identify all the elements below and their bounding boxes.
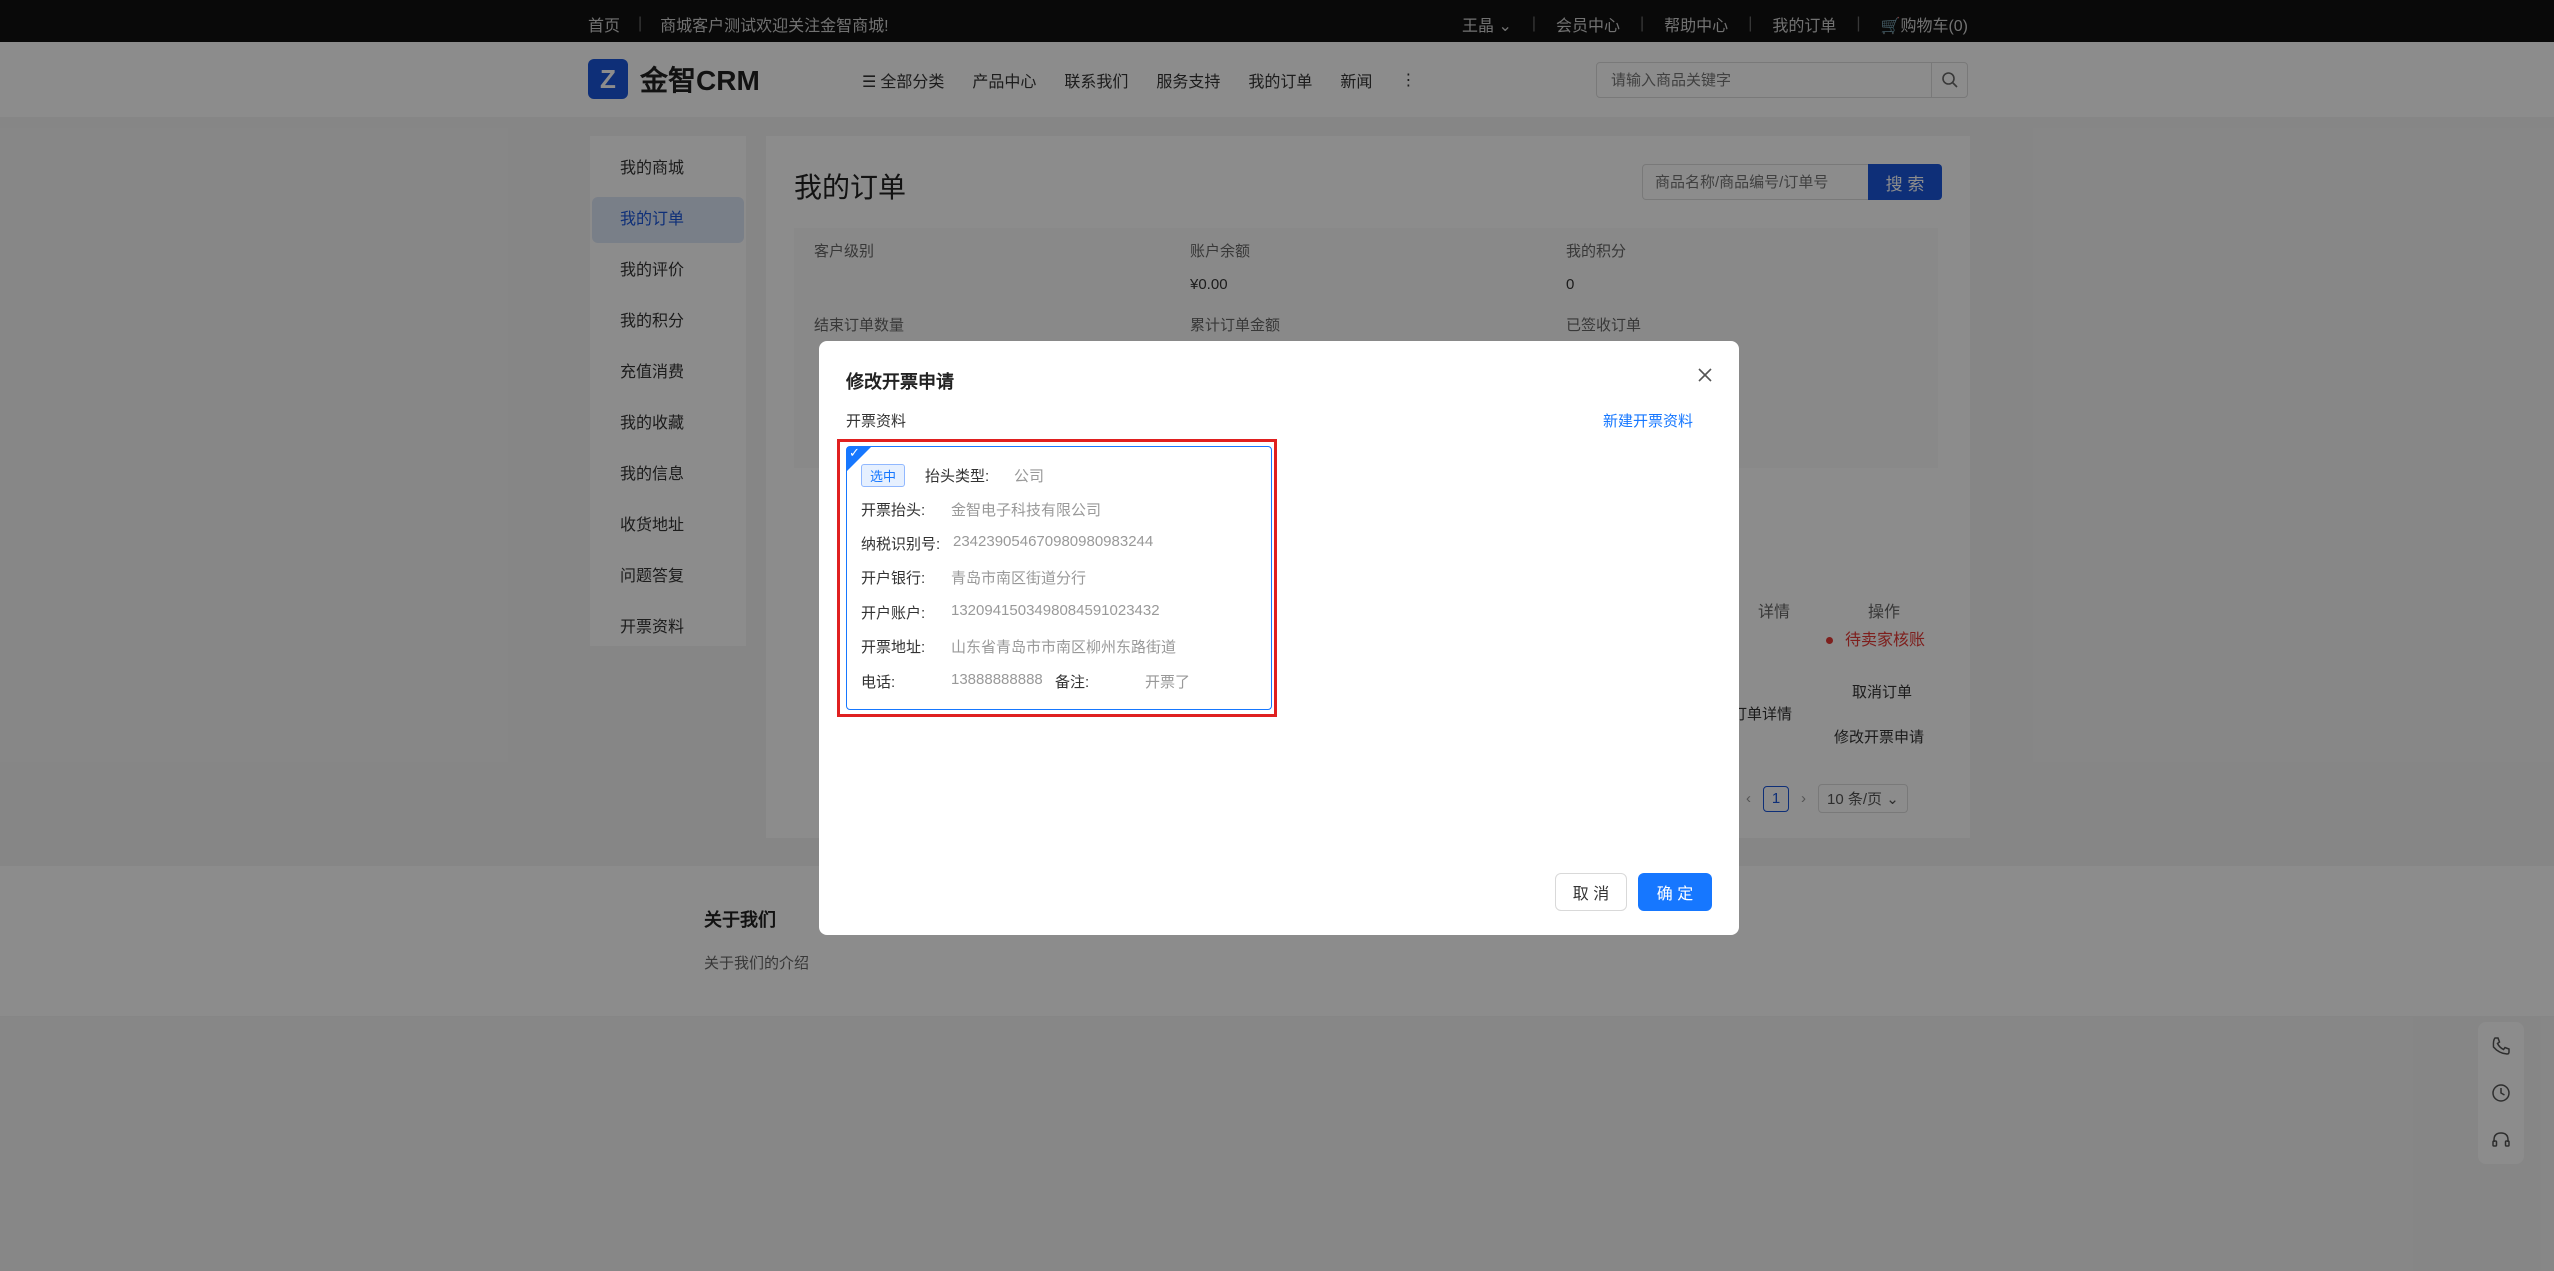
tax-id-value: 234239054670980980983244 (953, 533, 1154, 550)
invoice-header-value: 金智电子科技有限公司 (951, 502, 1102, 519)
bank-label: 开户银行: (861, 570, 926, 587)
invoice-info-label: 开票资料 (846, 413, 907, 430)
address-label: 开票地址: (861, 639, 926, 656)
bank-value: 青岛市南区街道分行 (951, 570, 1087, 587)
invoice-modal: 修改开票申请 开票资料 新建开票资料 ✓ 选中 抬头类型: 公司 开票抬头: 金… (819, 341, 1739, 935)
invoice-header-label: 开票抬头: (861, 502, 926, 519)
note-value: 开票了 (1145, 674, 1191, 691)
cancel-button[interactable]: 取 消 (1555, 873, 1627, 911)
confirm-button[interactable]: 确 定 (1638, 873, 1712, 911)
modal-title: 修改开票申请 (846, 372, 954, 392)
new-invoice-info-link[interactable]: 新建开票资料 (1603, 410, 1693, 431)
phone-value: 13888888888 (951, 671, 1043, 688)
header-type-value: 公司 (1014, 468, 1045, 485)
selected-tag: 选中 (861, 464, 906, 487)
address-value: 山东省青岛市市南区柳州东路街道 (951, 639, 1177, 656)
check-icon: ✓ (849, 445, 860, 460)
note-label: 备注: (1055, 674, 1090, 691)
close-icon[interactable] (1693, 363, 1717, 387)
tax-id-label: 纳税识别号: (861, 536, 941, 553)
header-type-label: 抬头类型: (925, 468, 990, 485)
invoice-card[interactable]: ✓ 选中 抬头类型: 公司 开票抬头: 金智电子科技有限公司 纳税识别号: 23… (846, 445, 1272, 710)
account-label: 开户账户: (861, 605, 926, 622)
phone-label: 电话: (861, 674, 896, 691)
account-value: 13209415034980845910234​32 (951, 602, 1160, 619)
